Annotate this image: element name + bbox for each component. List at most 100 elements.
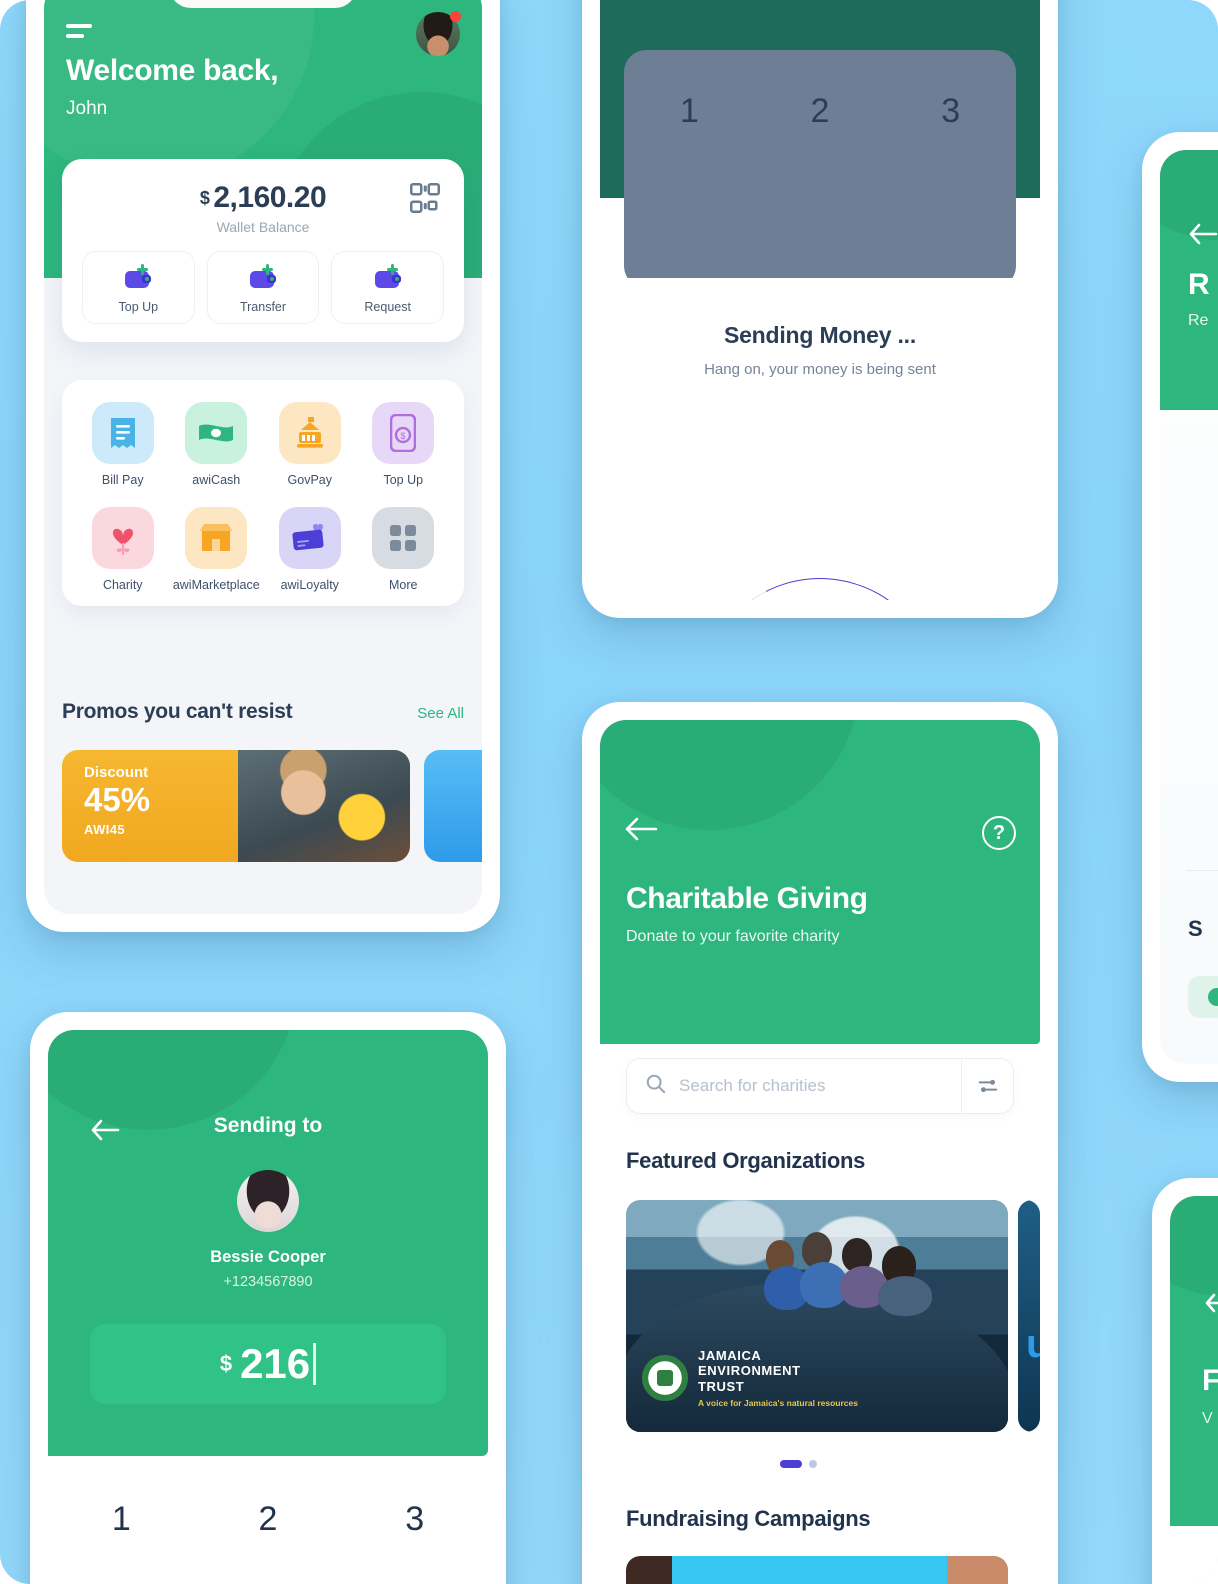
search-input[interactable] [667, 1076, 961, 1096]
sending-money-subtitle: Hang on, your money is being sent [704, 361, 936, 378]
edge2-screen-content: F V [1170, 1196, 1218, 1584]
svg-text:$: $ [401, 431, 406, 441]
campaign-photo[interactable] [626, 1556, 1008, 1584]
sending-to-title: Sending to [213, 1114, 323, 1137]
service-awimarketplace[interactable]: awiMarketplace [170, 507, 264, 592]
org-photo-next[interactable]: u [1018, 1200, 1040, 1432]
back-arrow-icon[interactable] [1204, 1292, 1218, 1314]
filter-sliders-icon[interactable] [961, 1059, 1013, 1113]
edge2-page-subtitle: V [1202, 1410, 1213, 1427]
service-govpay[interactable]: GovPay [263, 402, 357, 487]
action-label: Top Up [118, 300, 159, 314]
keypad-key-2[interactable]: 2 [755, 92, 886, 131]
decorative-blob [600, 720, 860, 830]
back-arrow-icon[interactable] [1188, 222, 1218, 246]
transfer-progress-animation [670, 547, 970, 600]
promos-header: Promos you can't resist See All [62, 700, 464, 724]
org-name-line-3: TRUST [698, 1378, 745, 1394]
pager-dot-active[interactable] [780, 1460, 802, 1468]
promo-code: AWI45 [84, 821, 126, 837]
balance-value: 2,160.20 [213, 181, 327, 214]
fundraising-campaigns-title: Fundraising Campaigns [626, 1506, 871, 1531]
service-label: Charity [102, 578, 143, 592]
org-photo[interactable]: JAMAICA ENVIRONMENT TRUST A voice for Ja… [626, 1200, 1008, 1432]
phone-home-screen: Welcome back, John $2,160.20 Wallet Bala… [26, 0, 500, 932]
service-label: awiMarketplace [172, 578, 260, 592]
avatar-wrapper[interactable] [416, 11, 461, 56]
amount-value: 216 [240, 1340, 311, 1387]
heart-flower-icon [91, 507, 154, 569]
org-name-line-2: ENVIRONMENT [698, 1363, 801, 1379]
people-group [746, 1218, 966, 1316]
phone-sending-money-screen: $216 1 2 3 Sending Money ... Hang on, yo… [582, 0, 1058, 618]
qr-code-icon[interactable] [410, 183, 440, 213]
service-top-up[interactable]: $ Top Up [357, 402, 451, 487]
phone-topup-icon: $ [372, 402, 435, 464]
charity-page-title: Charitable Giving [626, 882, 868, 915]
recipient-name: Bessie Cooper [210, 1248, 326, 1266]
edge-status-chip [1188, 976, 1218, 1018]
back-arrow-icon[interactable] [624, 816, 658, 842]
action-label: Request [364, 300, 411, 314]
screenshot-canvas: Welcome back, John $2,160.20 Wallet Bala… [0, 0, 1218, 1584]
org-logo-block: JAMAICA ENVIRONMENT TRUST A voice for Ja… [642, 1348, 858, 1408]
charity-page-subtitle: Donate to your favorite charity [626, 928, 840, 945]
service-label: GovPay [287, 473, 332, 487]
numeric-keypad[interactable]: 1 2 3 [48, 1460, 488, 1584]
action-top-up[interactable]: Top Up [82, 251, 195, 324]
sending-money-sheet: Sending Money ... Hang on, your money is… [600, 278, 1040, 600]
pager-dot[interactable] [809, 1460, 817, 1468]
keypad-key-2[interactable]: 2 [195, 1500, 342, 1584]
sending-to-content: Sending to Bessie Cooper +1234567890 $21… [48, 1030, 488, 1584]
service-charity[interactable]: Charity [76, 507, 170, 592]
service-label: Bill Pay [101, 473, 144, 487]
balance-row: $2,160.20 [82, 181, 444, 215]
service-bill-pay[interactable]: Bill Pay [76, 402, 170, 487]
hamburger-menu-icon[interactable] [66, 24, 92, 44]
wallet-balance-card: $2,160.20 Wallet Balance Top Up Transfer… [62, 159, 464, 342]
home-screen-content: Welcome back, John $2,160.20 Wallet Bala… [44, 0, 482, 914]
edge2-header [1170, 1196, 1218, 1526]
featured-org-carousel[interactable]: JAMAICA ENVIRONMENT TRUST A voice for Ja… [626, 1200, 1040, 1432]
keypad-key-3[interactable]: 3 [341, 1500, 488, 1584]
edge-screen-content: R Re S [1160, 150, 1218, 1064]
services-grid: Bill Pay awiCash GovPay $ Top Up Charity… [76, 402, 450, 592]
promo-kicker: Discount [84, 764, 149, 781]
edge-section-title: S [1188, 916, 1203, 941]
featured-organizations-title: Featured Organizations [626, 1148, 866, 1173]
see-all-link[interactable]: See All [417, 705, 464, 722]
wallet-balance-amount: $2,160.20 [200, 181, 327, 215]
fundraising-carousel[interactable] [626, 1556, 1040, 1584]
keypad-key-1[interactable]: 1 [48, 1500, 195, 1584]
status-bar-notch [169, 0, 357, 8]
grid-more-icon [372, 507, 435, 569]
org-name-line-1: JAMAICA [698, 1348, 762, 1364]
storefront-icon [185, 507, 248, 569]
help-question-icon[interactable]: ? [982, 816, 1016, 850]
promo-carousel[interactable]: Discount 45% AWI45 [62, 750, 482, 862]
charity-search-bar[interactable] [626, 1058, 1014, 1114]
keypad-key-3[interactable]: 3 [885, 92, 1016, 131]
wallet-plus-icon [125, 264, 152, 288]
service-more[interactable]: More [357, 507, 451, 592]
amount-input-field[interactable]: $216 [90, 1324, 446, 1404]
wallet-plus-icon [374, 264, 401, 288]
org-next-peek-text: u [1026, 1322, 1040, 1366]
cash-note-icon [185, 402, 248, 464]
service-label: More [389, 578, 418, 592]
service-label: Top Up [383, 473, 424, 487]
carousel-pager[interactable] [780, 1460, 817, 1468]
action-request[interactable]: Request [331, 251, 445, 324]
decorative-blob [1170, 1196, 1218, 1296]
phone-charitable-giving-screen: ? Charitable Giving Donate to your favor… [582, 702, 1058, 1584]
action-transfer[interactable]: Transfer [206, 251, 320, 324]
government-icon [278, 402, 341, 464]
wallet-plus-icon [250, 264, 276, 288]
promo-card-next[interactable] [424, 750, 482, 862]
service-awiloyalty[interactable]: awiLoyalty [263, 507, 357, 592]
promo-card[interactable]: Discount 45% AWI45 [62, 750, 410, 862]
phone-edge-screen-right: R Re S [1142, 132, 1218, 1082]
greeting-text: Welcome back, [66, 54, 279, 87]
keypad-key-1[interactable]: 1 [624, 92, 755, 131]
service-awicash[interactable]: awiCash [170, 402, 264, 487]
